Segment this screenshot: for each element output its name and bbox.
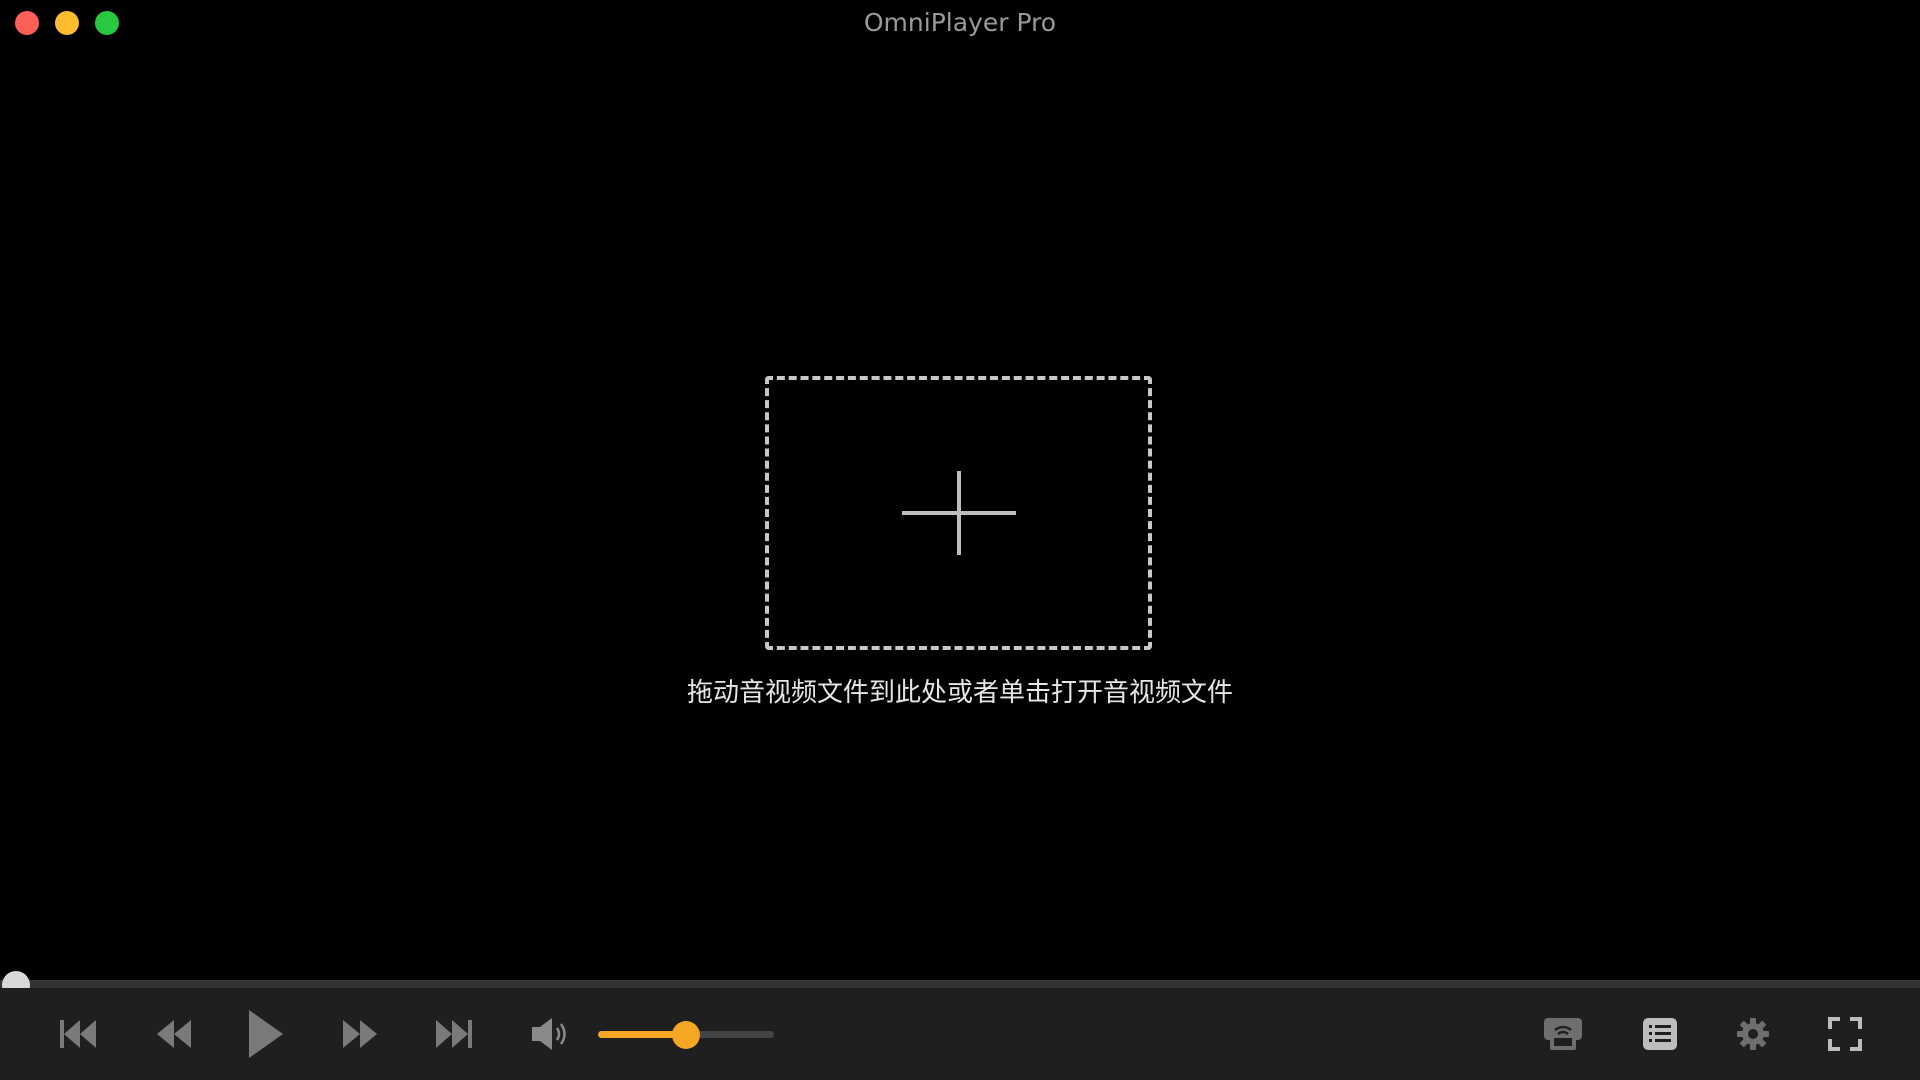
rewind-button[interactable] — [152, 988, 196, 1080]
drop-zone[interactable] — [765, 376, 1152, 650]
volume-handle[interactable] — [672, 1021, 700, 1049]
plus-icon — [901, 471, 1016, 555]
rewind-icon — [157, 1020, 191, 1048]
fast-forward-icon — [343, 1020, 377, 1048]
play-icon — [249, 1010, 283, 1058]
settings-button[interactable] — [1730, 988, 1776, 1080]
skip-to-end-button[interactable] — [432, 988, 476, 1080]
control-bar — [0, 988, 1920, 1080]
drop-hint-text[interactable]: 拖动音视频文件到此处或者单击打开音视频文件 — [0, 672, 1920, 709]
fast-forward-button[interactable] — [338, 988, 382, 1080]
fullscreen-button[interactable] — [1822, 988, 1868, 1080]
title-bar[interactable]: OmniPlayer Pro — [0, 0, 1920, 44]
volume-button[interactable] — [528, 988, 572, 1080]
volume-icon — [532, 1018, 566, 1050]
player-window: OmniPlayer Pro 拖动音视频文件到此处或者单击打开音视频文件 — [0, 0, 1920, 1080]
fullscreen-icon — [1828, 1017, 1862, 1051]
skip-to-end-icon — [436, 1020, 472, 1048]
gear-icon — [1737, 1018, 1769, 1050]
airplay-button[interactable] — [1540, 988, 1586, 1080]
play-button[interactable] — [244, 988, 288, 1080]
skip-to-start-icon — [60, 1020, 96, 1048]
volume-slider[interactable] — [598, 988, 774, 1080]
playlist-button[interactable] — [1637, 988, 1683, 1080]
progress-bar[interactable] — [0, 980, 1920, 988]
playlist-icon — [1643, 1018, 1677, 1050]
window-title: OmniPlayer Pro — [863, 8, 1057, 37]
skip-to-start-button[interactable] — [56, 988, 100, 1080]
airplay-icon — [1544, 1018, 1582, 1050]
